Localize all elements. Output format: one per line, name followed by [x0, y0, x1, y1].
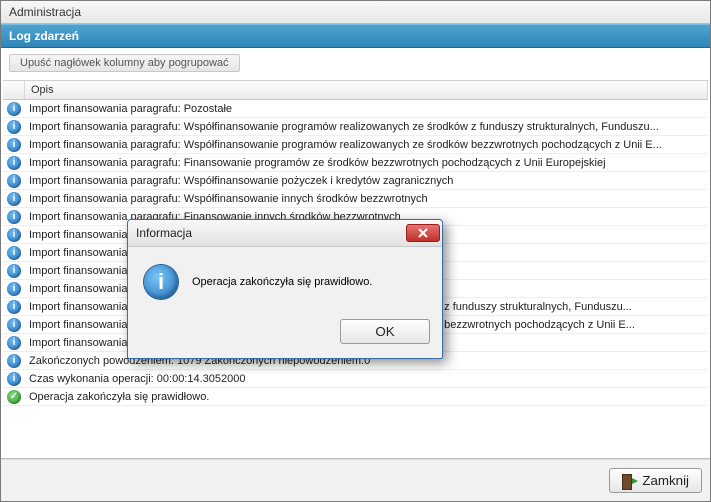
- row-status-icon: i: [3, 264, 25, 278]
- close-icon: [418, 228, 428, 238]
- close-button[interactable]: Zamknij: [609, 468, 702, 493]
- column-header-icon[interactable]: [3, 81, 25, 99]
- row-description: Import finansowania paragrafu: Współfina…: [25, 139, 708, 151]
- row-description: Import finansowania paragrafu: Pozostałe: [25, 103, 708, 115]
- table-row[interactable]: i Import finansowania paragrafu: Współfin…: [3, 190, 708, 208]
- row-status-icon: ✓: [3, 390, 25, 404]
- info-icon: i: [144, 265, 178, 299]
- dialog-body: i Operacja zakończyła się prawidłowo.: [128, 247, 442, 311]
- row-status-icon: i: [3, 318, 25, 332]
- info-icon: i: [7, 156, 21, 170]
- info-icon: i: [7, 282, 21, 296]
- dialog-title: Informacja: [136, 226, 192, 240]
- table-row[interactable]: ✓ Operacja zakończyła się prawidłowo.: [3, 388, 708, 406]
- section-header: Log zdarzeń: [1, 24, 710, 48]
- table-row[interactable]: i Import finansowania paragrafu: Finansow…: [3, 154, 708, 172]
- info-icon: i: [7, 228, 21, 242]
- row-status-icon: i: [3, 228, 25, 242]
- table-row[interactable]: i Czas wykonania operacji: 00:00:14.30520…: [3, 370, 708, 388]
- table-row[interactable]: i Import finansowania paragrafu: Pozostał…: [3, 100, 708, 118]
- info-icon: i: [7, 372, 21, 386]
- check-icon: ✓: [7, 390, 21, 404]
- info-icon: i: [7, 102, 21, 116]
- info-icon: i: [7, 264, 21, 278]
- info-icon: i: [7, 210, 21, 224]
- info-icon: i: [7, 318, 21, 332]
- table-row[interactable]: i Import finansowania paragrafu: Współfin…: [3, 136, 708, 154]
- dialog-titlebar[interactable]: Informacja: [128, 220, 442, 247]
- column-headers: Opis: [3, 81, 708, 100]
- row-description: Import finansowania paragrafu: Współfina…: [25, 193, 708, 205]
- row-status-icon: i: [3, 246, 25, 260]
- row-status-icon: i: [3, 138, 25, 152]
- column-header-desc[interactable]: Opis: [25, 81, 708, 99]
- row-status-icon: i: [3, 336, 25, 350]
- main-window: Administracja Log zdarzeń Upuść nagłówek…: [0, 0, 711, 502]
- row-status-icon: i: [3, 156, 25, 170]
- info-icon: i: [7, 246, 21, 260]
- row-status-icon: i: [3, 354, 25, 368]
- close-button-label: Zamknij: [642, 473, 689, 488]
- row-status-icon: i: [3, 300, 25, 314]
- info-icon: i: [7, 336, 21, 350]
- row-description: Import finansowania paragrafu: Współfina…: [25, 121, 708, 133]
- door-exit-icon: [622, 474, 636, 488]
- row-status-icon: i: [3, 102, 25, 116]
- info-icon: i: [7, 192, 21, 206]
- window-title: Administracja: [1, 1, 710, 24]
- row-description: Operacja zakończyła się prawidłowo.: [25, 391, 708, 403]
- table-row[interactable]: i Import finansowania paragrafu: Współfin…: [3, 172, 708, 190]
- row-status-icon: i: [3, 372, 25, 386]
- row-description: Czas wykonania operacji: 00:00:14.305200…: [25, 373, 708, 385]
- row-status-icon: i: [3, 120, 25, 134]
- info-icon: i: [7, 354, 21, 368]
- group-by-hint[interactable]: Upuść nagłówek kolumny aby pogrupować: [9, 54, 240, 72]
- row-status-icon: i: [3, 282, 25, 296]
- dialog-footer: OK: [128, 311, 442, 358]
- row-description: Import finansowania paragrafu: Finansowa…: [25, 157, 708, 169]
- info-dialog: Informacja i Operacja zakończyła się pra…: [127, 219, 443, 359]
- row-description: Import finansowania paragrafu: Współfina…: [25, 175, 708, 187]
- row-status-icon: i: [3, 210, 25, 224]
- ok-button-label: OK: [375, 324, 394, 339]
- info-icon: i: [7, 120, 21, 134]
- info-icon: i: [7, 138, 21, 152]
- table-row[interactable]: i Import finansowania paragrafu: Współfin…: [3, 118, 708, 136]
- footer-bar: Zamknij: [1, 459, 710, 501]
- row-status-icon: i: [3, 174, 25, 188]
- info-icon: i: [7, 174, 21, 188]
- info-icon: i: [7, 300, 21, 314]
- row-status-icon: i: [3, 192, 25, 206]
- dialog-close-button[interactable]: [406, 224, 440, 242]
- ok-button[interactable]: OK: [340, 319, 430, 344]
- dialog-message: Operacja zakończyła się prawidłowo.: [192, 276, 372, 288]
